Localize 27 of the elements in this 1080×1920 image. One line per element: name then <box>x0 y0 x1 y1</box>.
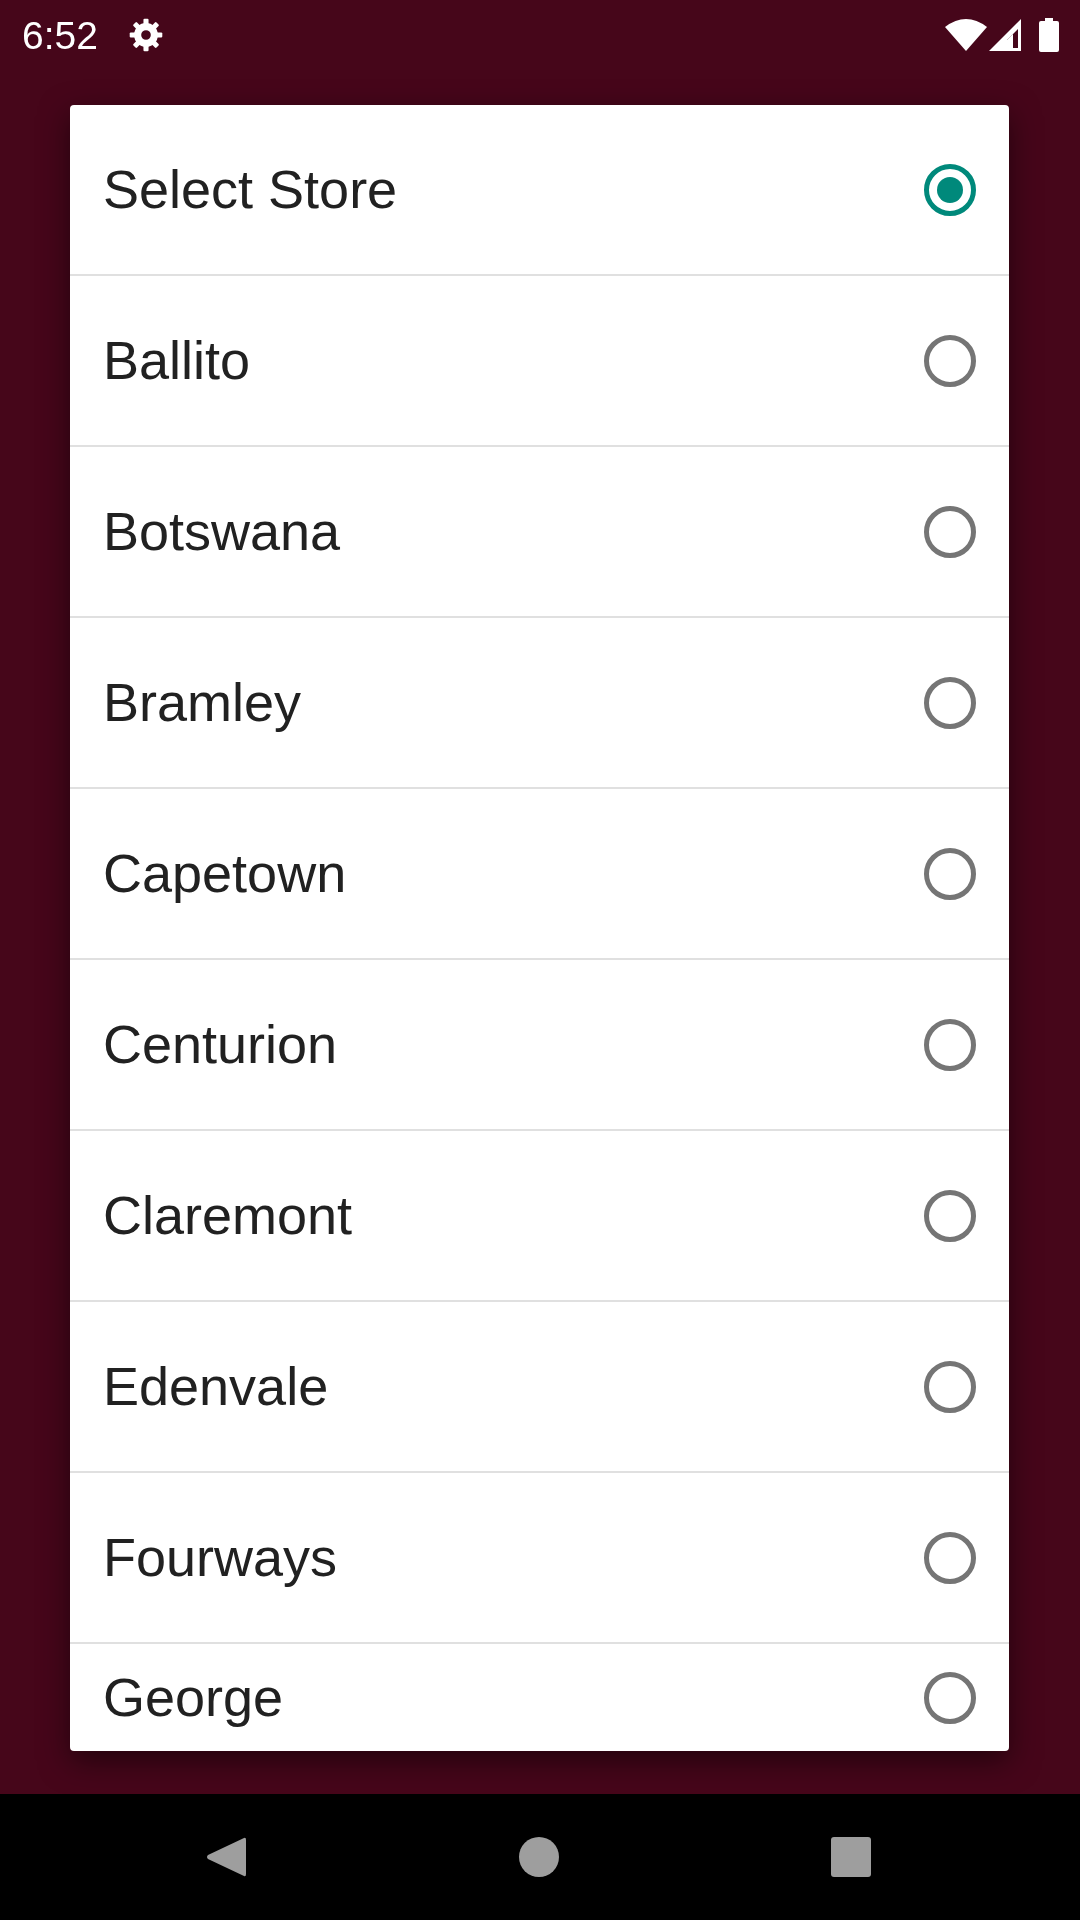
radio-button[interactable] <box>923 1359 977 1414</box>
store-option[interactable]: Edenvale <box>70 1302 1009 1473</box>
store-option[interactable]: Select Store <box>70 105 1009 276</box>
radio-button[interactable] <box>923 333 977 388</box>
store-option[interactable]: Centurion <box>70 960 1009 1131</box>
store-option[interactable]: Claremont <box>70 1131 1009 1302</box>
store-option[interactable]: Ballito <box>70 276 1009 447</box>
wifi-icon <box>945 19 987 51</box>
store-option[interactable]: Bramley <box>70 618 1009 789</box>
store-option[interactable]: George <box>70 1644 1009 1751</box>
radio-button[interactable] <box>923 504 977 559</box>
radio-button[interactable] <box>923 675 977 730</box>
radio-button[interactable] <box>923 1530 977 1585</box>
radio-button[interactable] <box>923 1188 977 1243</box>
home-button[interactable] <box>518 1837 559 1877</box>
radio-button[interactable] <box>923 1670 977 1725</box>
radio-button[interactable] <box>923 162 977 217</box>
signal-icon <box>989 19 1021 51</box>
store-option[interactable]: Botswana <box>70 447 1009 618</box>
battery-icon <box>1039 18 1059 52</box>
back-button[interactable] <box>206 1836 246 1878</box>
radio-button[interactable] <box>923 846 977 901</box>
settings-icon <box>128 18 163 52</box>
store-option[interactable]: Capetown <box>70 789 1009 960</box>
radio-button[interactable] <box>923 1017 977 1072</box>
store-option[interactable]: Fourways <box>70 1473 1009 1644</box>
clock-time: 6:52 <box>22 15 98 55</box>
